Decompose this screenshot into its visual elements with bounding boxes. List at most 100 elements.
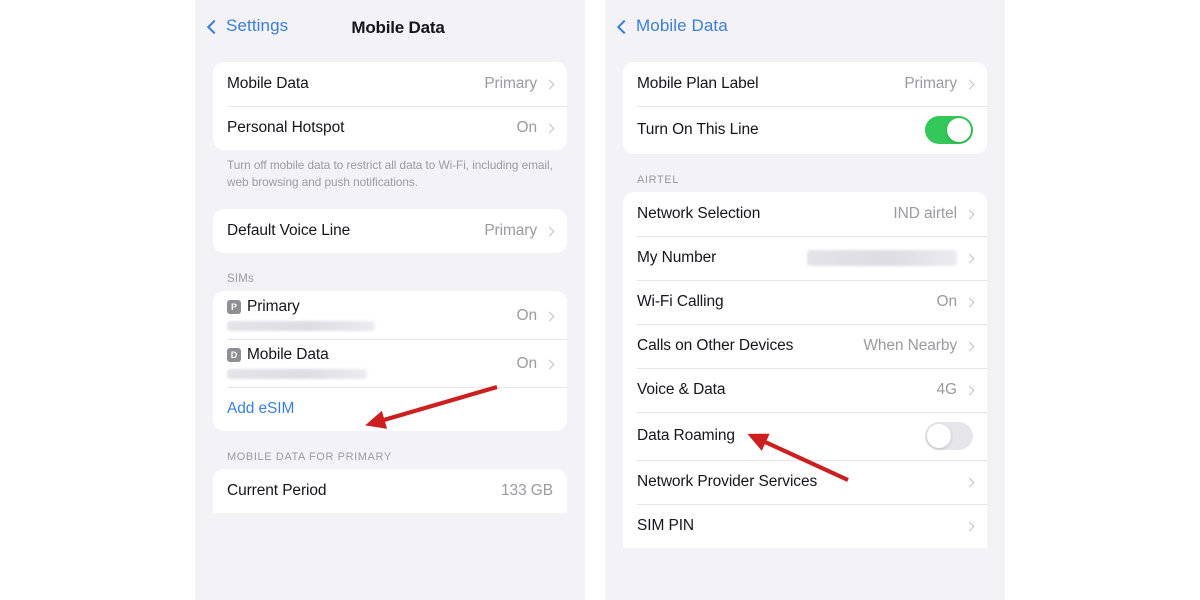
screenshot-canvas: Settings Mobile Data Mobile Data Primary… xyxy=(0,0,1200,600)
row-my-number[interactable]: My Number xyxy=(623,236,987,280)
left-navigation-bar: Settings Mobile Data xyxy=(195,0,585,62)
row-value: Primary xyxy=(904,75,957,92)
add-esim-label: Add eSIM xyxy=(227,400,295,418)
row-label: Wi-Fi Calling xyxy=(637,293,724,310)
chevron-right-icon xyxy=(964,253,975,263)
row-accessory: On xyxy=(516,307,555,325)
row-value: On xyxy=(936,293,958,310)
annotation-overlay xyxy=(365,384,849,482)
chevron-right-icon xyxy=(544,123,555,133)
row-accessory: IND airtel xyxy=(893,205,975,223)
row-accessory: On xyxy=(936,293,975,311)
mobile-data-footer-text: Turn off mobile data to restrict all dat… xyxy=(227,158,553,190)
sim-mobile-data-number-redacted xyxy=(227,369,367,380)
sim-primary-content: P Primary xyxy=(227,298,375,332)
row-value: 4G xyxy=(936,381,958,398)
sim-detail-panel: Mobile Data Mobile Plan Label Primary Tu… xyxy=(605,0,1005,600)
row-value: Primary xyxy=(484,75,537,92)
page-title: Mobile Data xyxy=(351,18,445,37)
row-label: Network Selection xyxy=(637,205,761,222)
mobile-data-usage-group: Current Period 133 GB xyxy=(213,469,567,514)
row-accessory: On xyxy=(516,355,555,373)
row-value: On xyxy=(516,307,538,325)
row-label: Voice & Data xyxy=(637,381,726,398)
carrier-section-header: AIRTEL xyxy=(637,174,679,186)
row-accessory: 4G xyxy=(936,381,975,399)
row-label: Calls on Other Devices xyxy=(637,337,794,354)
row-accessory xyxy=(964,521,975,531)
row-value: Primary xyxy=(484,222,537,240)
mobile-data-usage-header: MOBILE DATA FOR PRIMARY xyxy=(227,451,392,464)
row-value: On xyxy=(516,355,538,373)
row-label: Current Period xyxy=(227,482,327,500)
sims-group: P Primary On D Mobile Data On Add eSIM xyxy=(213,291,567,432)
back-to-mobile-data-button[interactable]: Mobile Data xyxy=(616,16,728,36)
chevron-left-icon xyxy=(616,19,632,34)
row-network-provider-services[interactable]: Network Provider Services xyxy=(623,460,987,504)
row-sim-mobile-data[interactable]: D Mobile Data On xyxy=(213,339,567,387)
row-label: Mobile Data xyxy=(247,346,329,364)
row-calls-on-other-devices[interactable]: Calls on Other Devices When Nearby xyxy=(623,324,987,368)
row-mobile-plan-label[interactable]: Mobile Plan Label Primary xyxy=(623,62,987,106)
row-label: Network Provider Services xyxy=(637,473,818,490)
chevron-right-icon xyxy=(964,477,975,487)
chevron-right-icon xyxy=(544,226,555,237)
sim-mobile-data-badge-icon: D xyxy=(227,348,241,363)
row-voice-and-data[interactable]: Voice & Data 4G xyxy=(623,368,987,412)
chevron-right-icon xyxy=(964,79,975,89)
mobile-data-group: Mobile Data Primary Personal Hotspot On xyxy=(213,62,567,150)
toggle-knob xyxy=(947,118,971,142)
row-current-period[interactable]: Current Period 133 GB xyxy=(213,469,567,513)
chevron-right-icon xyxy=(544,311,555,322)
plan-group: Mobile Plan Label Primary Turn On This L… xyxy=(623,62,987,154)
row-label: Mobile Data xyxy=(227,75,309,92)
sims-section-header: SIMs xyxy=(227,273,254,286)
right-navigation-bar: Mobile Data xyxy=(605,0,1005,62)
row-label: My Number xyxy=(637,249,717,266)
row-turn-on-this-line[interactable]: Turn On This Line xyxy=(623,106,987,154)
back-button-label: Mobile Data xyxy=(636,16,728,35)
row-accessory xyxy=(964,477,975,487)
row-sim-pin[interactable]: SIM PIN xyxy=(623,504,987,548)
data-roaming-toggle[interactable] xyxy=(925,422,973,450)
default-voice-line-group: Default Voice Line Primary xyxy=(213,209,567,254)
chevron-right-icon xyxy=(964,297,975,307)
row-label: Mobile Plan Label xyxy=(637,75,759,92)
row-add-esim[interactable]: Add eSIM xyxy=(213,387,567,431)
row-label: Data Roaming xyxy=(637,427,735,444)
sim-primary-number-redacted xyxy=(227,321,375,332)
row-data-roaming[interactable]: Data Roaming xyxy=(623,412,987,460)
row-label: Personal Hotspot xyxy=(227,119,345,136)
sim-primary-badge-icon: P xyxy=(227,300,241,315)
row-sim-primary[interactable]: P Primary On xyxy=(213,291,567,339)
row-accessory: 133 GB xyxy=(501,482,553,500)
row-value: IND airtel xyxy=(893,205,957,222)
row-accessory xyxy=(925,422,973,450)
row-accessory xyxy=(807,250,975,266)
row-default-voice-line[interactable]: Default Voice Line Primary xyxy=(213,209,567,253)
row-mobile-data[interactable]: Mobile Data Primary xyxy=(213,62,567,106)
chevron-right-icon xyxy=(964,521,975,531)
row-wifi-calling[interactable]: Wi-Fi Calling On xyxy=(623,280,987,324)
row-accessory: When Nearby xyxy=(863,337,975,355)
row-value: 133 GB xyxy=(501,482,553,500)
row-label: Primary xyxy=(247,298,300,316)
row-accessory xyxy=(925,116,973,144)
chevron-right-icon xyxy=(964,341,975,351)
carrier-settings-group: Network Selection IND airtel My Number W… xyxy=(623,192,987,548)
turn-on-this-line-toggle[interactable] xyxy=(925,116,973,144)
my-number-redacted-value xyxy=(807,250,957,266)
row-network-selection[interactable]: Network Selection IND airtel xyxy=(623,192,987,236)
row-label: Default Voice Line xyxy=(227,222,351,240)
sim-mobile-data-content: D Mobile Data xyxy=(227,346,367,380)
mobile-data-settings-panel: Settings Mobile Data Mobile Data Primary… xyxy=(195,0,585,600)
chevron-right-icon xyxy=(544,359,555,370)
row-value: On xyxy=(516,119,538,136)
sim-mobile-data-title: D Mobile Data xyxy=(227,346,367,364)
chevron-right-icon xyxy=(544,79,555,89)
toggle-knob xyxy=(927,424,951,448)
row-personal-hotspot[interactable]: Personal Hotspot On xyxy=(213,106,567,150)
chevron-right-icon xyxy=(964,385,975,395)
row-accessory: Primary xyxy=(484,222,555,240)
chevron-right-icon xyxy=(964,209,975,219)
